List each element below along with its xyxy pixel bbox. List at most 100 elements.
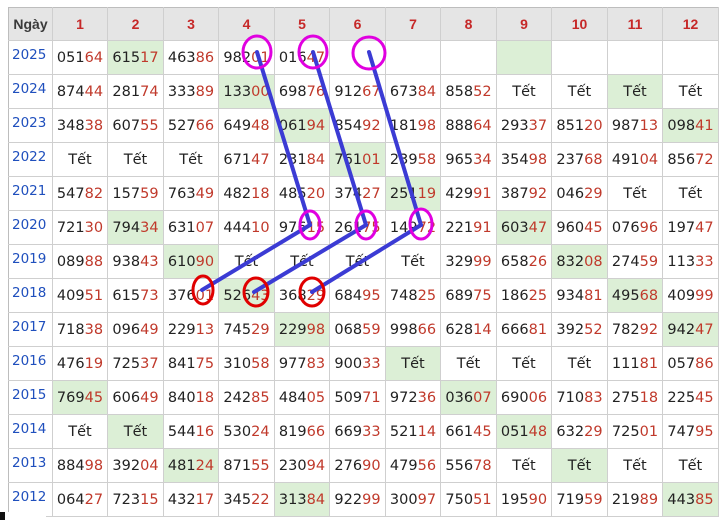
result-cell: 48520 (274, 176, 330, 211)
result-cell: 40951 (52, 278, 108, 313)
number-prefix: 348 (56, 117, 85, 134)
year-cell[interactable]: 2015 (8, 380, 53, 415)
number-prefix: 098 (667, 117, 696, 134)
header-day: 3 (163, 7, 219, 41)
number-prefix: 089 (56, 253, 85, 270)
result-cell: 33389 (163, 74, 219, 109)
year-cell[interactable]: 2020 (8, 210, 53, 245)
year-cell[interactable]: 2014 (8, 414, 53, 449)
result-cell: 54782 (52, 176, 108, 211)
result-cell: 22545 (662, 380, 719, 415)
number-prefix: 221 (445, 219, 474, 236)
number-prefix: 874 (56, 83, 85, 100)
result-cell: 40999 (662, 278, 719, 313)
number-prefix: 482 (223, 185, 252, 202)
result-cell: 09649 (107, 312, 164, 347)
header-day: 9 (496, 7, 552, 41)
number-tail: 10 (251, 219, 270, 236)
number-tail: 15 (306, 219, 326, 236)
year-cell[interactable]: 2024 (8, 74, 53, 109)
result-cell: 74795 (662, 414, 719, 449)
number-tail: 58 (251, 355, 270, 372)
result-cell: 06194 (274, 108, 330, 143)
number-tail: 47 (251, 151, 270, 168)
result-cell: 88864 (440, 108, 497, 143)
number-prefix: 745 (223, 321, 252, 338)
result-cell: 87155 (218, 448, 275, 483)
result-cell: 74529 (218, 312, 275, 347)
number-prefix: 225 (667, 389, 696, 406)
number-tail: 15 (140, 491, 159, 508)
result-cell: 29337 (496, 108, 552, 143)
year-cell[interactable]: 2021 (8, 176, 53, 211)
year-cell[interactable]: 2022 (8, 142, 53, 177)
number-tail: 44 (84, 83, 104, 100)
number-tail: 94 (306, 457, 326, 474)
number-prefix: 444 (223, 219, 252, 236)
number-tail: 98 (306, 321, 326, 338)
header-day: 2 (107, 7, 164, 41)
number-tail: 20 (306, 185, 326, 202)
year-cell[interactable]: 2013 (8, 448, 53, 483)
number-prefix: 133 (223, 83, 252, 100)
number-tail: 18 (251, 185, 270, 202)
number-tail: 72 (417, 219, 437, 236)
number-tail: 85 (695, 491, 714, 508)
number-tail: 99 (473, 253, 492, 270)
table-row: 2020 72130 79434 63107 44410 97615 26175 14972 2… (8, 210, 719, 245)
result-cell: 07696 (607, 210, 663, 245)
number-tail: 47 (695, 219, 714, 236)
number-prefix: 884 (56, 457, 85, 474)
result-cell: 22998 (274, 312, 330, 347)
number-prefix: 725 (112, 355, 141, 372)
result-cell: 05164 (52, 40, 108, 75)
result-cell (607, 40, 663, 75)
number-tail: 22 (251, 491, 270, 508)
result-cell (329, 40, 386, 75)
number-tail: 75 (195, 355, 215, 372)
number-tail: 92 (639, 321, 659, 338)
number-tail: 97 (417, 491, 437, 508)
number-prefix: 841 (167, 355, 196, 372)
header-day: 7 (385, 7, 441, 41)
number-tail: 56 (417, 457, 437, 474)
number-tail: 72 (695, 151, 714, 168)
result-cell: 27690 (329, 448, 386, 483)
number-prefix: 387 (500, 185, 529, 202)
result-cell: 66681 (496, 312, 552, 347)
result-cell: 48124 (163, 448, 219, 483)
number-prefix: 219 (611, 491, 640, 508)
number-tail: 94 (306, 117, 326, 134)
number-tail: 98 (417, 117, 437, 134)
year-cell[interactable]: 2017 (8, 312, 53, 347)
number-tail: 17 (195, 491, 215, 508)
number-tail: 90 (362, 457, 381, 474)
result-cell: 76945 (52, 380, 108, 415)
number-tail: 75 (362, 219, 381, 236)
header-day: 1 (52, 7, 108, 41)
number-prefix: 368 (278, 287, 307, 304)
year-cell[interactable]: 2019 (8, 244, 53, 279)
result-cell: 32999 (440, 244, 497, 279)
result-cell: 34522 (218, 482, 275, 517)
number-tail: 29 (584, 185, 603, 202)
number-prefix: 521 (389, 423, 418, 440)
number-tail: 81 (639, 355, 659, 372)
result-cell: 23958 (385, 142, 441, 177)
number-tail: 52 (584, 321, 603, 338)
result-cell: Tết (662, 74, 719, 109)
year-cell[interactable]: 2018 (8, 278, 53, 313)
number-tail: 19 (417, 185, 437, 202)
result-cell: 96534 (440, 142, 497, 177)
number-tail: 29 (306, 287, 326, 304)
header-row: Ngày 1 2 3 4 5 6 7 8 9 10 11 12 (8, 7, 719, 41)
result-cell: 85672 (662, 142, 719, 177)
year-cell[interactable]: 2023 (8, 108, 53, 143)
number-tail: 58 (417, 151, 437, 168)
year-cell[interactable]: 2016 (8, 346, 53, 381)
table-row: 2021 54782 15759 76349 48218 48520 37427 25119 4… (8, 176, 719, 211)
year-cell[interactable]: 2025 (8, 40, 53, 75)
number-prefix: 197 (667, 219, 696, 236)
number-tail: 43 (251, 287, 270, 304)
number-tail: 37 (528, 117, 548, 134)
